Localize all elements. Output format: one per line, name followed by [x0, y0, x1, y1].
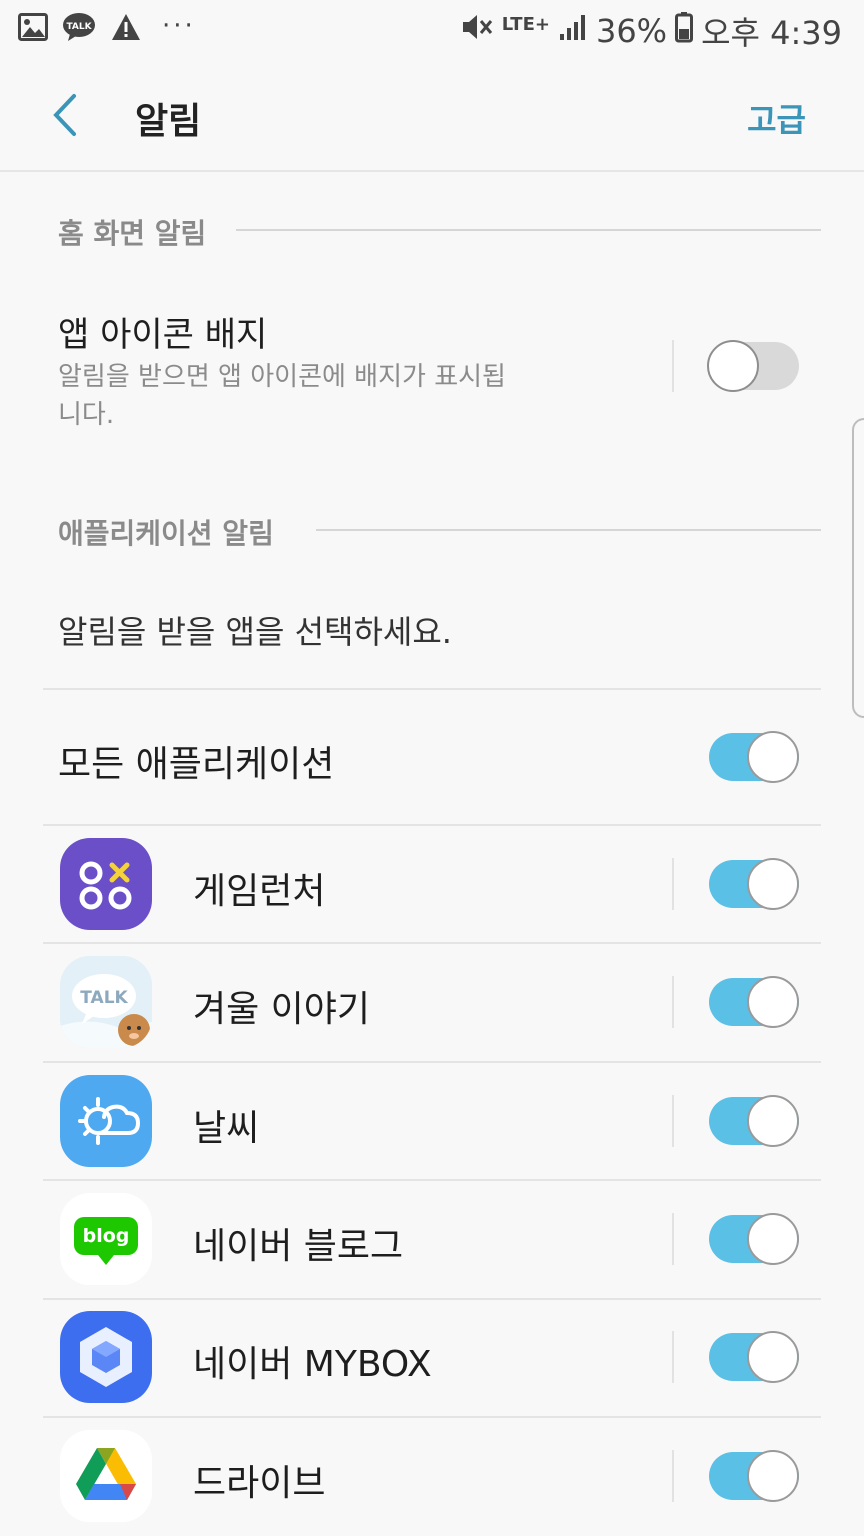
app-toggle[interactable] [709, 1450, 799, 1502]
toggle-knob [747, 1095, 799, 1147]
badge-toggle[interactable] [707, 340, 799, 392]
app-name: 게임런처 [193, 871, 326, 912]
toggle-knob [747, 1450, 799, 1502]
advanced-button[interactable]: 고급 [747, 95, 806, 141]
badge-title: 앱 아이콘 배지 [58, 315, 268, 355]
app-toggle[interactable] [709, 858, 799, 910]
battery-percent: 36% [595, 12, 668, 50]
toggle-knob [747, 976, 799, 1028]
badge-description: 알림을 받으면 앱 아이콘에 배지가 표시됩니다. [58, 362, 506, 430]
google-drive-icon [60, 1430, 152, 1522]
row-divider [672, 858, 674, 910]
row-divider [672, 1213, 674, 1265]
app-bar: 알림 고급 [0, 58, 864, 172]
app-name: 날씨 [193, 1108, 260, 1149]
toggle-knob [747, 731, 799, 783]
row-divider [672, 1331, 674, 1383]
toggle-knob [747, 1213, 799, 1265]
status-bar: TALK ··· LTE+ 36% 오후 4:39 [0, 0, 864, 58]
game-launcher-icon [60, 838, 152, 930]
back-arrow-icon [53, 94, 76, 136]
status-bar-system: LTE+ 36% 오후 4:39 [460, 8, 842, 54]
toggle-knob [747, 1331, 799, 1383]
toggle-knob [707, 340, 759, 392]
more-notifications-indicator: ··· [162, 11, 196, 41]
battery-icon [675, 11, 694, 51]
clock: 오후 4:39 [701, 14, 842, 52]
row-divider [672, 976, 674, 1028]
divider [43, 1298, 821, 1300]
kakaotalk-icon: TALK [62, 12, 96, 46]
instruction-text: 알림을 받을 앱을 선택하세요. [58, 613, 452, 651]
app-name: 네이버 MYBOX [193, 1344, 432, 1385]
blog-icon-text: blog [83, 1225, 130, 1247]
divider [43, 942, 821, 944]
page-title: 알림 [135, 101, 202, 142]
gallery-icon [18, 13, 48, 45]
section-header-home: 홈 화면 알림 [58, 217, 207, 250]
divider [43, 1061, 821, 1063]
talk-theme-icon: TALK [60, 956, 152, 1048]
section-header-apps: 애플리케이션 알림 [58, 517, 274, 550]
section-divider [236, 229, 821, 231]
warning-icon [110, 12, 142, 46]
mute-icon [460, 12, 494, 50]
app-name: 겨울 이야기 [193, 989, 371, 1030]
row-divider [672, 340, 674, 392]
weather-icon [60, 1075, 152, 1167]
network-type: LTE+ [501, 14, 550, 35]
toggle-knob [747, 858, 799, 910]
naver-mybox-icon [60, 1311, 152, 1403]
naver-blog-icon: blog [60, 1193, 152, 1285]
talk-badge-text: TALK [66, 22, 92, 32]
status-bar-notifications: TALK ··· [18, 11, 196, 46]
app-toggle[interactable] [709, 976, 799, 1028]
divider [43, 688, 821, 690]
divider [43, 824, 821, 826]
talk-theme-text: TALK [80, 988, 128, 1008]
row-divider [672, 1450, 674, 1502]
section-divider [316, 529, 821, 531]
all-apps-toggle[interactable] [709, 731, 799, 783]
divider [43, 1179, 821, 1181]
app-toggle[interactable] [709, 1331, 799, 1383]
all-apps-label: 모든 애플리케이션 [58, 744, 335, 785]
app-toggle[interactable] [709, 1213, 799, 1265]
app-toggle[interactable] [709, 1095, 799, 1147]
row-divider [672, 1095, 674, 1147]
signal-icon [558, 12, 588, 50]
divider [43, 1416, 821, 1418]
back-button[interactable] [44, 88, 90, 142]
edge-panel-handle[interactable] [852, 418, 864, 718]
app-name: 네이버 블로그 [193, 1226, 404, 1267]
app-name: 드라이브 [193, 1463, 326, 1504]
